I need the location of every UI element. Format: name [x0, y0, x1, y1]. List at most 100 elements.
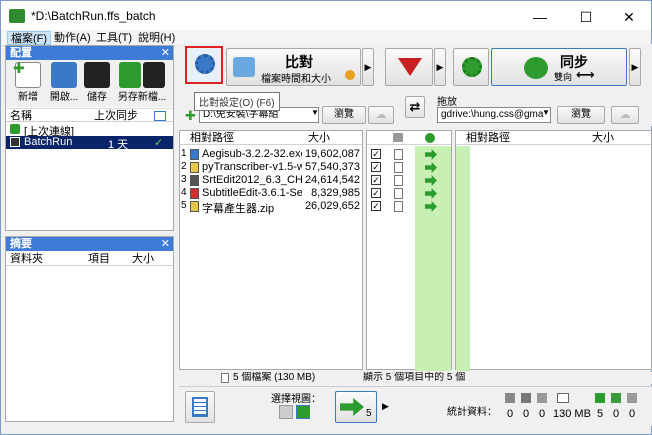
menu-file[interactable]: 檔案(F) [7, 31, 52, 45]
file-size: 8,329,985 [311, 187, 360, 199]
config-item-batchrun[interactable]: BatchRun 1 天 ✓ [6, 136, 173, 151]
sync-action-icon[interactable] [425, 133, 435, 143]
compare-dropdown[interactable]: ▶ [362, 48, 374, 86]
compare-button[interactable]: 比對 檔案時間和大小 [226, 48, 361, 86]
menu-tools[interactable]: 工具(T) [93, 31, 135, 45]
sync-settings-button[interactable] [453, 48, 489, 86]
close-button[interactable]: ✕ [607, 3, 651, 31]
compare-variant: 檔案時間和大小 [261, 74, 331, 85]
save-config-button[interactable]: 儲存 [82, 62, 112, 103]
copy-right-icon[interactable] [425, 162, 437, 173]
config-panel-title: 配置 [10, 47, 32, 59]
table-row[interactable]: ✓ [367, 161, 451, 174]
statistics-label: 統計資料： [447, 407, 497, 418]
filter-dropdown[interactable]: ▶ [434, 48, 446, 86]
table-row[interactable]: 4 SubtitleEdit-3.6.1-Set... 8,329,985 [180, 187, 362, 200]
col-folder-header[interactable]: 資料夾 [10, 252, 43, 266]
table-row[interactable]: 2 pyTranscriber-v1.5-wi...57,540,373 [180, 161, 362, 174]
save-as-disk-icon [143, 62, 165, 88]
right-cloud-button[interactable]: ☁ [611, 106, 639, 124]
compare-settings-button[interactable] [185, 46, 223, 84]
config-item-name: BatchRun [24, 136, 73, 148]
title-bar: *D:\BatchRun.ffs_batch — ☐ ✕ [1, 1, 651, 31]
col-size-header[interactable]: 大小 [132, 252, 154, 266]
sync-button[interactable]: 同步 雙向 ⟷ [491, 48, 627, 86]
copy-right-icon[interactable] [425, 201, 437, 212]
file-type-icon [190, 175, 199, 186]
chevron-down-icon[interactable]: ▼ [311, 108, 319, 117]
menu-help[interactable]: 說明(H) [135, 31, 178, 45]
open-config-button[interactable]: 開啟... [46, 62, 82, 103]
copy-right-icon[interactable] [425, 149, 437, 160]
table-row[interactable]: ✓ [367, 187, 451, 200]
right-col-path-header[interactable]: 相對路徑 [466, 131, 510, 145]
table-row[interactable]: 1 Aegisub-3.2.2-32.exe 19,602,087 [180, 148, 362, 161]
file-name: 字幕產生器.zip [202, 203, 275, 215]
bottom-bar: 選擇視圖： 5 ▶ 統計資料： 0 0 0 130 MB 5 0 0 [179, 386, 652, 426]
last-session-row[interactable]: [上次連線] [6, 123, 173, 138]
maximize-button[interactable]: ☐ [564, 3, 608, 31]
action-view-icon[interactable] [296, 405, 310, 419]
copy-right-icon[interactable] [425, 188, 437, 199]
save-as-label: 另存新檔... [117, 92, 167, 103]
menu-actions[interactable]: 動作(A) [51, 31, 94, 45]
minimize-button[interactable]: — [518, 3, 562, 31]
include-checkbox[interactable]: ✓ [371, 188, 381, 198]
right-folder-input[interactable]: gdrive:\hung.css@gma [437, 107, 551, 123]
file-icon [221, 373, 229, 383]
view-type-button[interactable] [185, 391, 215, 423]
col-name-header[interactable]: 名稱 [10, 109, 32, 123]
left-col-path-header[interactable]: 相對路徑 [190, 131, 234, 145]
sync-variant: 雙向 [554, 72, 573, 82]
include-checkbox[interactable]: ✓ [371, 149, 381, 159]
include-checkbox[interactable]: ✓ [371, 201, 381, 211]
right-browse-button[interactable]: 瀏覽 [557, 106, 605, 124]
stat-update-right: 0 [613, 408, 620, 420]
sync-dropdown[interactable]: ▶ [629, 48, 641, 86]
left-cloud-button[interactable]: ☁ [368, 106, 394, 124]
drop-label: 拖放 [437, 97, 457, 108]
include-checkbox[interactable]: ✓ [371, 175, 381, 185]
table-row[interactable]: 3 SrtEdit2012_6.3_CHT....24,614,542 [180, 174, 362, 187]
sync-save-icon [119, 62, 141, 88]
file-size: 57,540,373 [304, 161, 360, 173]
bottom-dropdown-icon[interactable]: ▶ [382, 401, 389, 412]
compare-category-icon[interactable] [393, 133, 403, 142]
close-icon[interactable]: ✕ [161, 46, 170, 60]
right-col-size-header[interactable]: 大小 [592, 131, 614, 145]
batch-icon [10, 137, 20, 147]
chevron-down-icon[interactable]: ▼ [542, 108, 550, 117]
left-col-size-header[interactable]: 大小 [308, 131, 330, 145]
save-as-button[interactable]: 另存新檔... [114, 62, 170, 103]
copy-right-icon[interactable] [425, 175, 437, 186]
col-items-header[interactable]: 項目 [88, 252, 110, 266]
category-view-icon[interactable] [279, 405, 293, 419]
app-icon [9, 9, 25, 23]
include-checkbox[interactable]: ✓ [371, 162, 381, 172]
tooltip: 比對設定(O) (F6) [194, 92, 280, 111]
config-item-days: 1 天 [108, 139, 129, 151]
table-row[interactable]: ✓ [367, 174, 451, 187]
filter-icon [398, 58, 422, 76]
new-config-button[interactable]: ✚ 新增 [10, 60, 46, 103]
file-name: Aegisub-3.2.2-32.exe [202, 148, 302, 160]
sync-actions-button[interactable]: 5 [335, 391, 377, 423]
file-icon [394, 175, 403, 186]
table-row[interactable]: ✓ [367, 200, 451, 213]
stat-data-size: 130 MB [553, 408, 591, 420]
list-view-icon[interactable] [154, 111, 166, 121]
create-left-icon [505, 393, 515, 403]
col-last-sync-header[interactable]: 上次同步 [94, 109, 138, 123]
table-row[interactable]: 5 字幕產生器.zip 26,029,652 [180, 200, 362, 215]
stat-create-left: 0 [507, 408, 514, 420]
create-right-icon [595, 393, 605, 403]
file-type-icon [190, 188, 199, 199]
left-browse-button[interactable]: 瀏覽 [322, 106, 366, 124]
filter-button[interactable] [385, 48, 433, 86]
close-icon[interactable]: ✕ [161, 237, 170, 251]
stat-update-left: 0 [523, 408, 530, 420]
sync-icon [10, 124, 20, 134]
add-folder-pair-icon[interactable]: ✚ [185, 109, 197, 122]
swap-sides-button[interactable]: ⇄ [405, 96, 425, 118]
table-row[interactable]: ✓ [367, 148, 451, 161]
